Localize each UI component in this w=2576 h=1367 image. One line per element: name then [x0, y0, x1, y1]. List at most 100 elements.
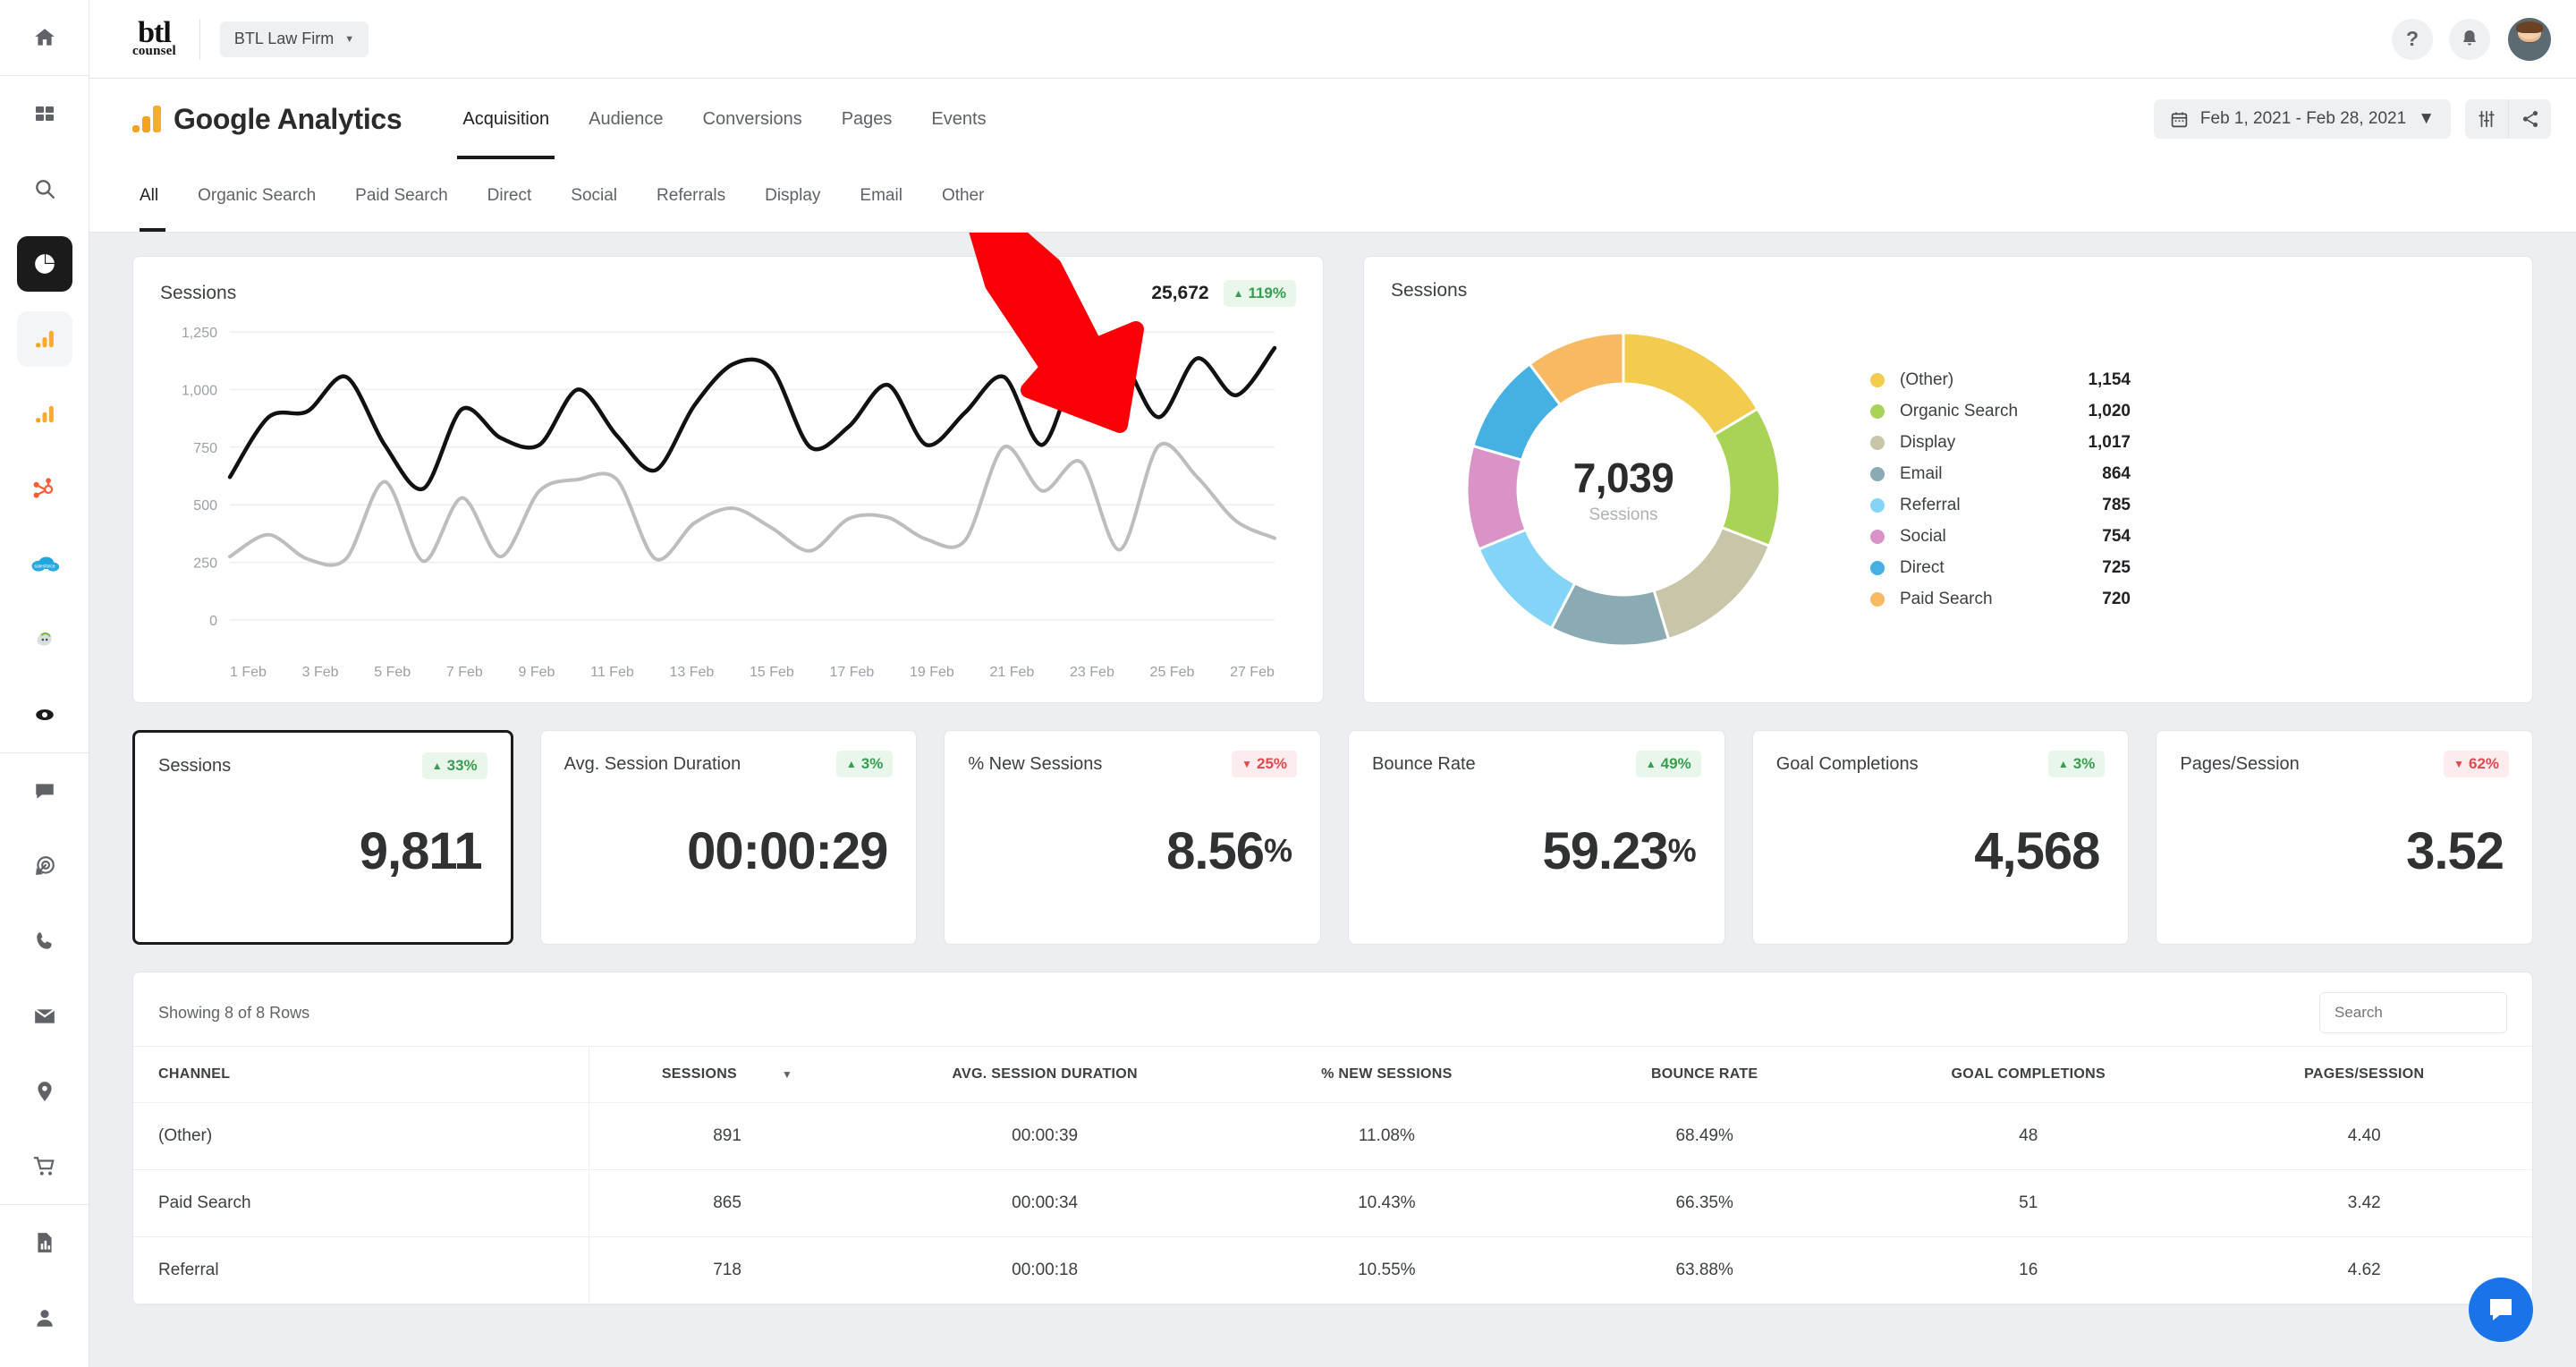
kpi-value-number: 00:00:29: [687, 821, 888, 880]
x-axis-tick-label: 21 Feb: [989, 665, 1035, 680]
table-row[interactable]: Referral 718 00:00:18 10.55% 63.88% 16 4.62: [133, 1236, 2532, 1304]
kpi-header: % New Sessions ▼ 25%: [968, 751, 1298, 777]
kpi-card-goal-completions[interactable]: Goal Completions ▲ 3% 4,568: [1751, 730, 2130, 945]
target-icon: [35, 856, 55, 875]
share-icon: [2522, 111, 2538, 127]
table-column-header-avg-session-duration[interactable]: AVG. SESSION DURATION: [865, 1046, 1225, 1103]
channel-tab-display[interactable]: Display: [745, 159, 840, 232]
table-column-header-sessions[interactable]: SESSIONS ▼: [589, 1046, 865, 1103]
donut-legend-item[interactable]: Referral 785: [1870, 492, 2131, 519]
kpi-value-number: 4,568: [1974, 821, 2100, 880]
kpi-card-avg-session-duration[interactable]: Avg. Session Duration ▲ 3% 00:00:29: [539, 730, 918, 945]
kpi-value: 9,811: [158, 779, 487, 922]
kpi-card-sessions[interactable]: Sessions ▲ 33% 9,811: [132, 730, 513, 945]
sidebar-item-visibility[interactable]: [17, 687, 72, 743]
x-axis-tick-label: 19 Feb: [910, 665, 954, 680]
sidebar-item-email[interactable]: [17, 989, 72, 1044]
sidebar-item-chat[interactable]: [17, 763, 72, 819]
date-range-picker[interactable]: Feb 1, 2021 - Feb 28, 2021 ▼: [2153, 99, 2451, 139]
table-cell: 00:00:18: [865, 1236, 1225, 1304]
sidebar-item-google-analytics[interactable]: [16, 311, 72, 367]
kpi-delta-badge: ▲ 3%: [835, 751, 894, 777]
kpi-card-pages-session[interactable]: Pages/Session ▼ 62% 3.52: [2156, 730, 2534, 945]
account-switcher[interactable]: BTL Law Firm ▼: [219, 21, 369, 57]
tab-conversions[interactable]: Conversions: [683, 79, 822, 159]
sidebar-item-analytics-secondary[interactable]: [17, 386, 72, 442]
donut-slice[interactable]: [1465, 444, 1528, 551]
channel-tab-direct[interactable]: Direct: [468, 159, 552, 232]
donut-legend-item[interactable]: (Other) 1,154: [1870, 367, 2131, 394]
sidebar-item-home[interactable]: [17, 10, 72, 65]
phone-icon: [36, 932, 52, 949]
legend-label: Referral: [1900, 495, 1961, 514]
donut-slice[interactable]: [1712, 406, 1782, 548]
notifications-button[interactable]: [2449, 18, 2490, 60]
table-head: CHANNEL SESSIONS ▼ AVG. SESSION DURATION% N…: [133, 1046, 2532, 1103]
sidebar-item-reports-files[interactable]: [17, 1215, 72, 1270]
rail-section-apps: salesforce: [0, 76, 89, 752]
legend-value: 1,154: [2088, 369, 2131, 389]
table-row[interactable]: (Other) 891 00:00:39 11.08% 68.49% 48 4.40: [133, 1102, 2532, 1170]
tab-acquisition[interactable]: Acquisition: [443, 79, 569, 159]
report-document-icon: [37, 1233, 52, 1252]
tab-events[interactable]: Events: [911, 79, 1005, 159]
legend-value: 864: [2102, 463, 2131, 483]
table-column-header-new-sessions[interactable]: % NEW SESSIONS: [1224, 1046, 1549, 1103]
table-cell: 10.55%: [1224, 1236, 1549, 1304]
channel-tab-referrals[interactable]: Referrals: [637, 159, 745, 232]
table-cell: 51: [1860, 1169, 2197, 1237]
channel-tab-other[interactable]: Other: [922, 159, 1004, 232]
kpi-card-bounce-rate[interactable]: Bounce Rate ▲ 49% 59.23%: [1348, 730, 1725, 945]
avatar[interactable]: [2508, 17, 2551, 61]
channel-tab-paid-search[interactable]: Paid Search: [335, 159, 468, 232]
x-axis-tick-label: 23 Feb: [1070, 665, 1114, 680]
donut-slice[interactable]: [1652, 525, 1772, 641]
tab-pages[interactable]: Pages: [822, 79, 912, 159]
table-cell: 00:00:39: [865, 1102, 1225, 1170]
channel-tab-social[interactable]: Social: [551, 159, 637, 232]
kpi-delta-badge: ▲ 33%: [421, 752, 487, 779]
x-axis-tick-label: 3 Feb: [301, 665, 339, 680]
table-column-header-goal-completions[interactable]: GOAL COMPLETIONS: [1860, 1046, 2197, 1103]
sessions-line-chart-card: Sessions 25,672 ▲ 119% 0 250 500 750 1,000 1,…: [132, 256, 1324, 703]
sidebar-item-target[interactable]: [17, 838, 72, 894]
sidebar-item-search[interactable]: [17, 161, 72, 217]
donut-legend-item[interactable]: Email 864: [1870, 461, 2131, 488]
sidebar-item-salesforce[interactable]: salesforce: [17, 537, 72, 592]
table-cell: 63.88%: [1548, 1236, 1861, 1304]
legend-color-dot: [1870, 560, 1885, 575]
sidebar-item-locations[interactable]: [17, 1064, 72, 1119]
channel-tab-organic-search[interactable]: Organic Search: [178, 159, 335, 232]
donut-legend-item[interactable]: Paid Search 720: [1870, 586, 2131, 613]
sidebar-item-hubspot[interactable]: [17, 462, 72, 517]
filters-button[interactable]: [2465, 99, 2508, 139]
sidebar-item-ecommerce[interactable]: [17, 1139, 72, 1194]
donut-legend-item[interactable]: Display 1,017: [1870, 429, 2131, 456]
sidebar-item-calls[interactable]: [17, 913, 72, 969]
donut-legend-item[interactable]: Social 754: [1870, 523, 2131, 550]
search-input[interactable]: [2319, 992, 2507, 1033]
table-row[interactable]: Paid Search 865 00:00:34 10.43% 66.35% 51 3.42: [133, 1169, 2532, 1237]
google-analytics-icon: [35, 330, 54, 348]
table-cell: 00:00:34: [865, 1169, 1225, 1237]
intercom-launcher-button[interactable]: [2469, 1278, 2533, 1342]
sidebar-item-dashboard-grid[interactable]: [17, 86, 72, 141]
triangle-down-icon: ▼: [1241, 758, 1252, 770]
table-column-header-channel[interactable]: CHANNEL: [133, 1046, 590, 1103]
sidebar-item-reports[interactable]: [16, 236, 72, 292]
table-column-header-bounce-rate[interactable]: BOUNCE RATE: [1548, 1046, 1861, 1103]
kpi-value-number: 9,811: [359, 821, 483, 880]
share-button[interactable]: [2508, 99, 2551, 139]
sidebar-item-mailchimp[interactable]: [17, 612, 72, 667]
sidebar-item-account[interactable]: [17, 1290, 72, 1346]
donut-legend-item[interactable]: Organic Search 1,020: [1870, 398, 2131, 425]
kpi-value-number: 59.23: [1542, 821, 1669, 880]
channel-tab-all[interactable]: All: [132, 159, 178, 232]
tab-audience[interactable]: Audience: [569, 79, 682, 159]
help-button[interactable]: ?: [2392, 18, 2433, 60]
channel-tab-email[interactable]: Email: [840, 159, 922, 232]
table-column-header-pages-session[interactable]: PAGES/SESSION: [2196, 1046, 2532, 1103]
donut-legend-item[interactable]: Direct 725: [1870, 555, 2131, 582]
help-icon: ?: [2405, 27, 2419, 50]
kpi-card-new-sessions[interactable]: % New Sessions ▼ 25% 8.56%: [944, 730, 1322, 945]
